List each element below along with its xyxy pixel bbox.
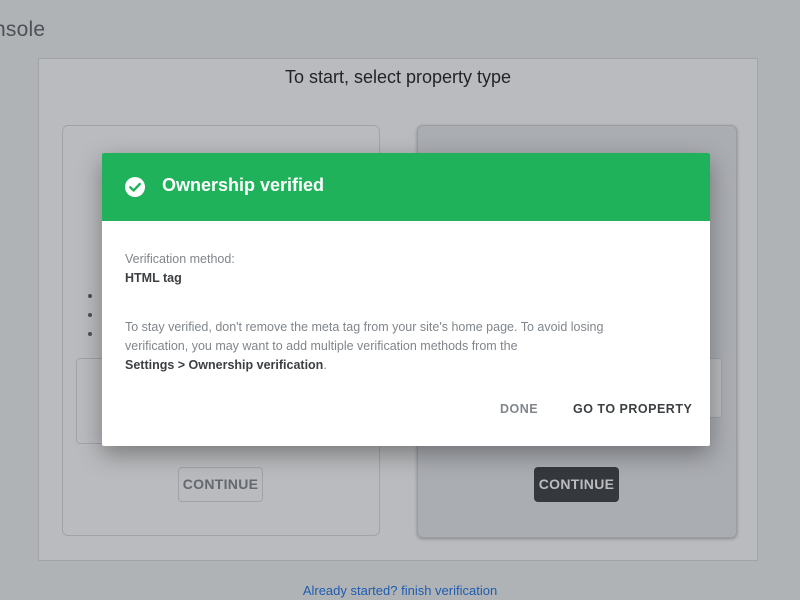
verification-method-label: Verification method: [125, 252, 235, 266]
info-text-suffix: . [323, 358, 327, 372]
dialog-header: Ownership verified [102, 153, 710, 221]
check-circle-icon [125, 177, 145, 197]
verification-info-text: To stay verified, don't remove the meta … [125, 318, 665, 375]
done-button[interactable]: DONE [500, 402, 538, 416]
ownership-verified-dialog: Ownership verified Verification method: … [102, 153, 710, 446]
settings-path-link: Settings > Ownership verification [125, 358, 324, 372]
verification-method-value: HTML tag [125, 271, 182, 285]
go-to-property-button[interactable]: GO TO PROPERTY [573, 402, 692, 416]
dialog-title: Ownership verified [162, 175, 325, 195]
info-text-body: To stay verified, don't remove the meta … [125, 320, 604, 353]
